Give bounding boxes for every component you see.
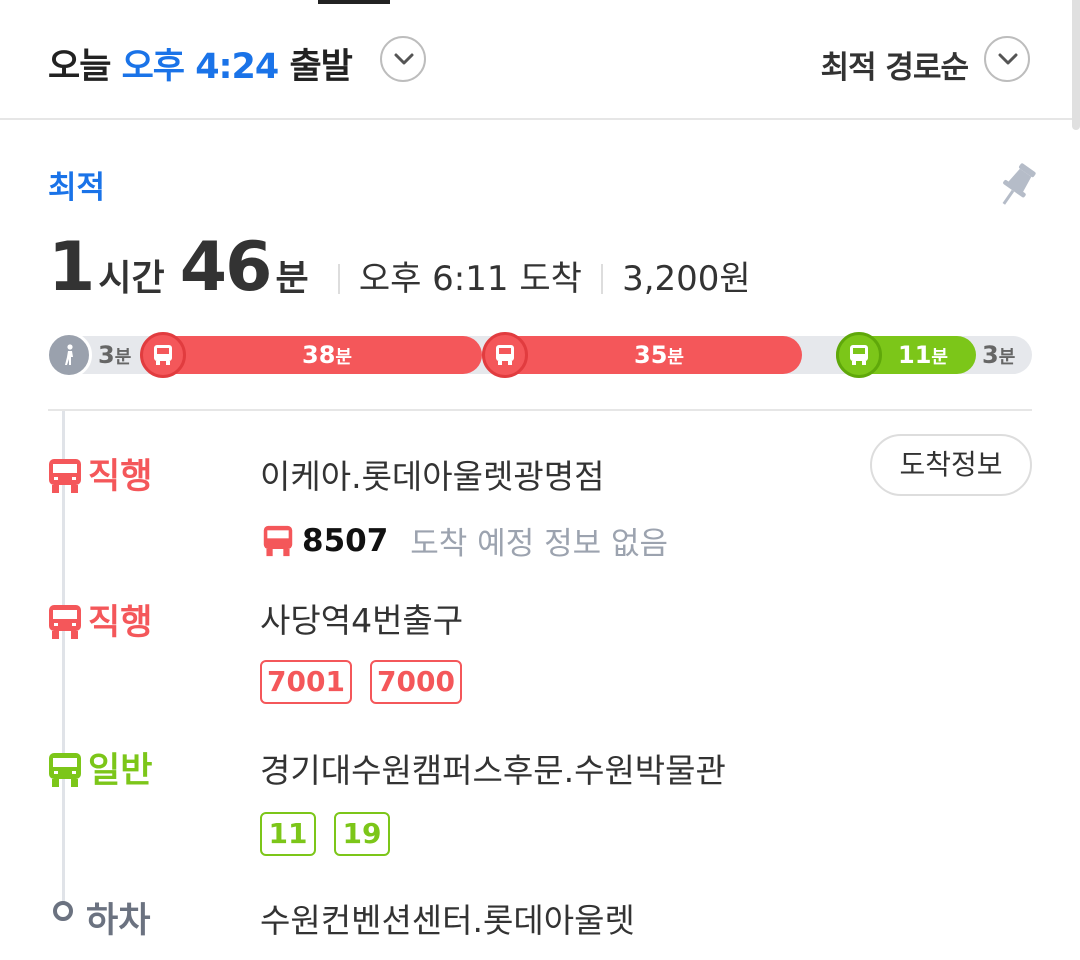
step-3-stop[interactable]: 경기대수원캠퍼스후문.수원박물관 — [260, 744, 726, 792]
separator — [601, 264, 603, 294]
route-summary: 1 시간 46 분 오후 6:11 도착 3,200원 — [48, 228, 751, 308]
step-1-type: 직행 — [48, 448, 152, 499]
walk-start-duration: 3분 — [98, 341, 132, 369]
departure-header: 오늘 오후 4:24 출발 최적 경로순 — [0, 0, 1080, 120]
departure-dropdown-button[interactable] — [380, 36, 426, 82]
divider — [48, 409, 1032, 411]
bus-icon — [49, 459, 81, 493]
bus-icon — [140, 332, 186, 378]
bus-icon — [49, 605, 81, 639]
walk-end-duration: 3분 — [982, 341, 1016, 369]
step-3-type: 일반 — [48, 742, 152, 793]
pin-button[interactable] — [996, 160, 1038, 214]
route-badge: 최적 — [48, 170, 106, 206]
pin-icon — [1002, 163, 1036, 205]
bus-arrival-note: 도착 예정 정보 없음 — [410, 526, 669, 562]
arrival-info-button[interactable]: 도착정보 — [870, 434, 1032, 496]
departure-day: 오늘 — [48, 47, 111, 87]
end-dot-icon — [53, 901, 73, 921]
bus-icon — [482, 332, 528, 378]
step-2-stop[interactable]: 사당역4번출구 — [260, 594, 463, 642]
leg-2-duration: 35분 — [634, 341, 684, 369]
fare: 3,200원 — [622, 259, 751, 299]
chevron-down-icon — [394, 53, 414, 65]
departure-time: 4:24 — [195, 47, 279, 87]
departure-period: 오후 — [121, 47, 185, 87]
step-2-type: 직행 — [48, 594, 152, 645]
minutes-unit: 분 — [275, 258, 309, 299]
duration-hours: 1 — [48, 228, 95, 307]
bus-number-badge[interactable]: 11 — [260, 812, 316, 856]
step-1-stop[interactable]: 이케아.롯데아울렛광명점 — [260, 450, 604, 498]
duration-minutes: 46 — [179, 228, 273, 307]
departure-label: 출발 — [289, 47, 352, 87]
leg-3-duration: 11분 — [898, 341, 948, 369]
hours-unit: 시간 — [98, 258, 165, 299]
bus-icon — [49, 753, 81, 787]
bus-number-badge[interactable]: 19 — [334, 812, 390, 856]
departure-time-text[interactable]: 오늘 오후 4:24 출발 — [48, 38, 353, 89]
arrival-time: 오후 6:11 도착 — [358, 259, 582, 299]
leg-1-duration: 38분 — [302, 341, 352, 369]
bus-icon — [836, 332, 882, 378]
step-4-type: 하차 — [86, 901, 151, 941]
bus-number: 8507 — [302, 522, 389, 559]
step-1-bus[interactable]: 8507 도착 예정 정보 없음 — [262, 518, 668, 563]
walk-icon — [46, 332, 92, 378]
sort-dropdown-button[interactable] — [984, 36, 1030, 82]
sort-label[interactable]: 최적 경로순 — [821, 42, 969, 87]
bus-icon — [263, 525, 293, 556]
bus-number-badge[interactable]: 7000 — [370, 660, 462, 704]
scrollbar[interactable] — [1072, 0, 1080, 130]
separator — [337, 264, 340, 294]
chevron-down-icon — [998, 53, 1018, 65]
step-4-stop[interactable]: 수원컨벤션센터.롯데아울렛 — [260, 894, 635, 942]
bus-number-badge[interactable]: 7001 — [260, 660, 352, 704]
